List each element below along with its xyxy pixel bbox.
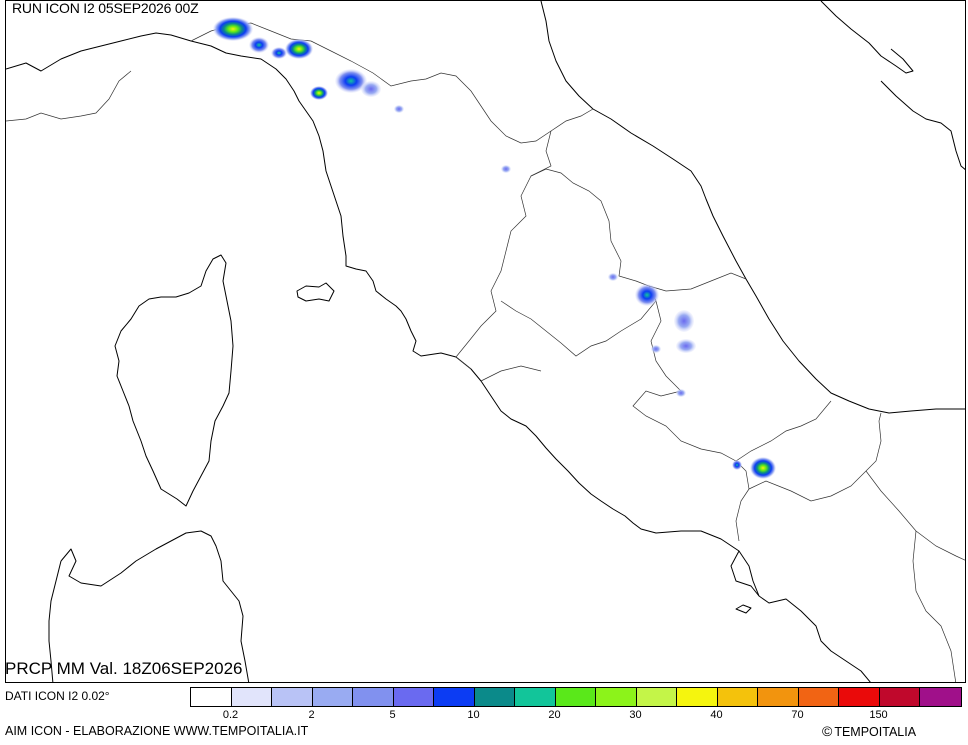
- legend-swatch-8: [515, 688, 556, 706]
- legend-tick-label: 70: [791, 709, 804, 721]
- legend-swatch-0: [191, 688, 232, 706]
- legend-tick-label: 30: [629, 709, 642, 721]
- precipitation-map: [6, 1, 965, 682]
- credit-right-label: TEMPOITALIA: [834, 725, 917, 739]
- capri: [735, 604, 752, 614]
- legend-swatch-7: [474, 688, 515, 706]
- credit-left: AIM ICON - ELABORAZIONE WWW.TEMPOITALIA.…: [5, 724, 309, 738]
- precip-cell-small-2: [501, 165, 511, 173]
- border-south: [912, 530, 957, 682]
- legend-tick-label: 10: [467, 709, 480, 721]
- legend-tick-label: 0.2: [222, 709, 239, 721]
- precip-cell-small-6: [732, 460, 742, 470]
- legend-swatch-18: [920, 688, 961, 706]
- legend-swatch-3: [312, 688, 353, 706]
- legend-swatch-11: [636, 688, 677, 706]
- border-lazio-abruzzo: [632, 300, 832, 462]
- regional-borders: [6, 22, 965, 682]
- legend-swatch-15: [798, 688, 839, 706]
- legend-swatch-16: [839, 688, 880, 706]
- coastlines: [6, 1, 965, 682]
- precip-cell-abruzzo: [674, 310, 694, 332]
- legend-tick-label: 2: [308, 709, 315, 721]
- legend-swatch-2: [272, 688, 313, 706]
- legend-tick-label: 20: [548, 709, 561, 721]
- border-molise-puglia: [865, 470, 965, 561]
- precip-cell-liguria-1: [213, 17, 253, 41]
- legend-tick-label: 40: [710, 709, 723, 721]
- border-lazio-tuscany-south: [455, 356, 542, 382]
- legend-swatch-1: [231, 688, 272, 706]
- corsica: [114, 254, 234, 507]
- legend-tick-label: 150: [869, 709, 888, 721]
- legend-swatch-14: [758, 688, 799, 706]
- legend-swatch-12: [677, 688, 718, 706]
- legend-swatch-6: [434, 688, 475, 706]
- precip-cell-small-1: [394, 105, 404, 113]
- gulf-of-naples: [730, 550, 760, 597]
- border-marche-abruzzo: [648, 272, 747, 292]
- precip-cell-liguria-1b: [249, 37, 269, 53]
- map-panel: RUN ICON I2 05SEP2026 00Z: [5, 0, 966, 683]
- croatia-coast: [820, 1, 965, 170]
- legend-swatch-5: [393, 688, 434, 706]
- precip-cell-liguria-3b: [361, 81, 381, 97]
- legend-swatch-13: [717, 688, 758, 706]
- border-tuscany-umbria: [455, 130, 552, 358]
- precip-cell-liguria-2b: [271, 47, 287, 59]
- precip-cell-small-3: [608, 273, 618, 281]
- credit-right: © TEMPOITALIA: [822, 724, 916, 739]
- precip-cell-small-4: [651, 345, 661, 353]
- legend-swatch-17: [879, 688, 920, 706]
- elba: [296, 282, 335, 302]
- legend-tick-label: 5: [389, 709, 396, 721]
- precipitation-cells: [213, 17, 776, 479]
- legend-swatch-4: [353, 688, 394, 706]
- precipitation-legend: [190, 687, 962, 707]
- precip-cell-umbria-marche: [635, 284, 659, 306]
- run-title: RUN ICON I2 05SEP2026 00Z: [12, 0, 201, 16]
- precip-cell-campania-inland: [750, 457, 776, 479]
- adriatic-coast: [540, 1, 965, 414]
- ligurian-coast: [6, 32, 871, 682]
- legend-swatch-10: [596, 688, 637, 706]
- data-source-label: DATI ICON I2 0.02°: [5, 689, 110, 703]
- precip-cell-small-5: [676, 389, 686, 397]
- legend-swatch-9: [555, 688, 596, 706]
- precip-cell-liguria-2: [285, 39, 313, 59]
- precip-cell-abruzzo-b: [676, 339, 696, 353]
- precip-cell-tuscany-coast: [310, 86, 328, 100]
- validity-title: PRCP MM Val. 18Z06SEP2026: [5, 659, 243, 678]
- border-umbria: [500, 168, 657, 357]
- copyright-icon: ©: [822, 723, 833, 739]
- border-piedmont-liguria: [6, 70, 132, 122]
